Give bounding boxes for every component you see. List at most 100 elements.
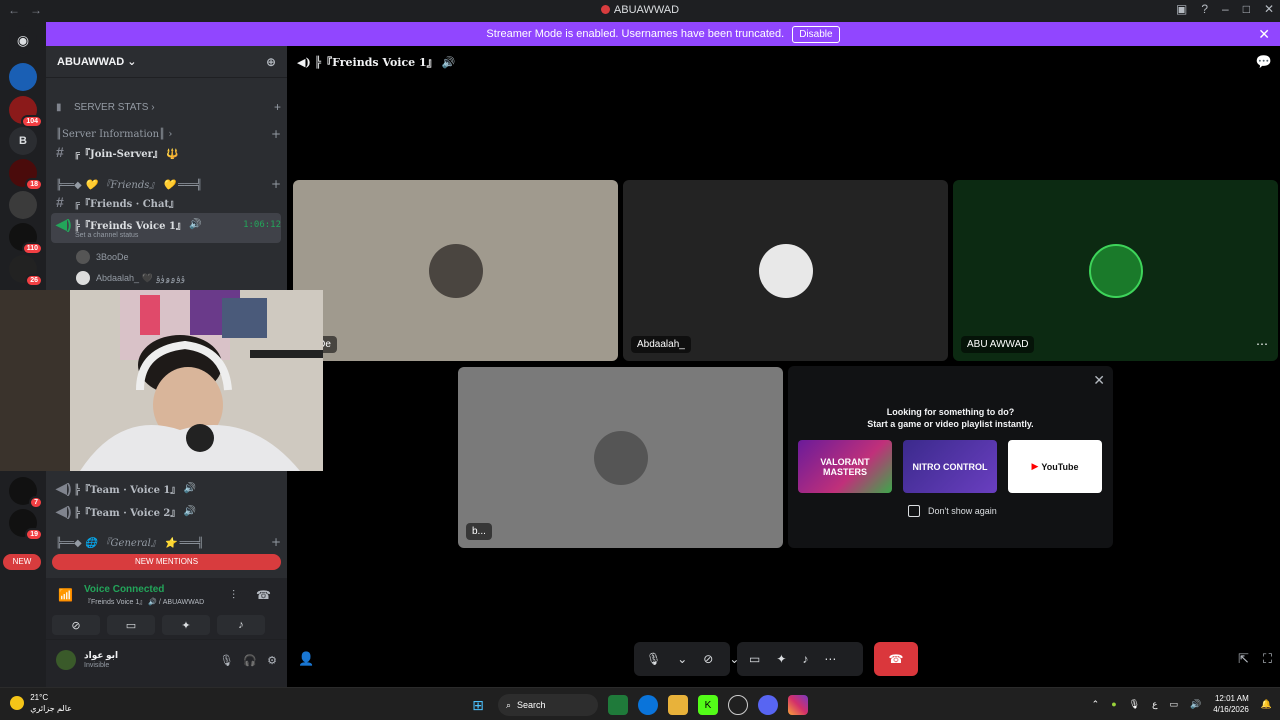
popout-icon[interactable]: ⇱ — [1238, 651, 1249, 667]
voice-member[interactable]: Abdaalah_ 🖤 ۆۉۄۅۈۊ — [76, 271, 185, 285]
discord-home-icon[interactable]: ◉ — [9, 26, 37, 54]
participant-name: b... — [466, 523, 492, 540]
voice-location[interactable]: 『Freinds Voice 1』 🔊 / ABUAWWAD — [84, 597, 204, 607]
audio-controls: 🎙 ⌄ ⊘ ⌄ — [634, 642, 739, 676]
maximize-icon[interactable]: □ — [1243, 2, 1250, 16]
category-general[interactable]: ╠══◆ 🌐 『General』 ⭐ ═══╣ + — [56, 534, 281, 550]
chat-bubble-icon[interactable]: 💬 — [1256, 54, 1272, 70]
file-explorer-icon[interactable] — [668, 695, 688, 715]
add-channel-icon[interactable]: + — [271, 177, 281, 191]
soundboard-button[interactable]: ♪ — [217, 615, 265, 635]
server-icon-3[interactable]: B — [9, 127, 37, 155]
voice-member[interactable]: 3BooDe — [76, 250, 129, 264]
server-icon-5[interactable] — [9, 191, 37, 219]
camera-off-icon[interactable]: ⊘ — [703, 652, 713, 666]
server-icon-9[interactable]: 19 — [9, 509, 43, 541]
tray-app-icon[interactable]: ● — [1111, 699, 1116, 709]
chevron-up-icon[interactable]: ⌃ — [1092, 699, 1100, 710]
soundboard-icon[interactable]: ♪ — [802, 652, 808, 666]
microphone-icon[interactable]: 🎙 — [646, 652, 661, 666]
tray-mic-icon[interactable]: 🎙 — [1129, 699, 1140, 710]
channel-friends-chat[interactable]: # ╔『Friends · Chat』 — [56, 194, 281, 210]
chevron-down-icon[interactable]: ⌄ — [677, 652, 687, 666]
server-icon-4[interactable]: 18 — [9, 159, 43, 191]
new-server-pill[interactable]: NEW — [3, 554, 41, 570]
user-name[interactable]: ابو عواد — [84, 650, 118, 661]
discord-taskbar-icon[interactable] — [758, 695, 778, 715]
channel-team-voice-2[interactable]: ◀) ╠『Team · Voice 2』 🔊 — [56, 503, 281, 520]
fullscreen-icon[interactable]: ⛶ — [1263, 651, 1272, 667]
notification-icon[interactable]: 🔔 — [1261, 699, 1272, 710]
widget-app-icon[interactable] — [608, 695, 628, 715]
banner-message: Streamer Mode is enabled. Usernames have… — [486, 28, 785, 40]
add-channel-icon[interactable]: + — [271, 127, 281, 141]
noise-suppression-icon[interactable]: ⫶ — [232, 588, 235, 603]
server-icon-7[interactable]: 26 — [9, 255, 43, 287]
add-member-icon[interactable]: ⊕ — [266, 55, 276, 69]
dont-show-again-checkbox[interactable]: Don't show again — [908, 505, 997, 517]
screen-share-icon[interactable]: ▭ — [749, 652, 760, 666]
invite-icon[interactable]: 👤 — [298, 651, 314, 667]
category-friends[interactable]: ╠══◆ 💛 『Friends』 💛 ═══╣ + — [56, 176, 281, 192]
edge-browser-icon[interactable] — [638, 695, 658, 715]
activity-card-label: NITRO CONTROL — [912, 461, 988, 472]
kick-app-icon[interactable]: K — [698, 695, 718, 715]
more-options-icon[interactable]: ⋯ — [824, 652, 836, 666]
network-icon[interactable]: ▭ — [1169, 699, 1178, 710]
instagram-icon[interactable] — [788, 695, 808, 715]
category-server-stats[interactable]: ▮ SERVER STATS › + — [56, 100, 281, 114]
activities-icon[interactable]: ✦ — [776, 652, 786, 666]
voice-status[interactable]: Voice Connected — [84, 584, 164, 595]
channel-team-voice-1[interactable]: ◀) ╠『Team · Voice 1』 🔊 — [56, 480, 281, 497]
microphone-icon[interactable]: 🎙 — [219, 654, 233, 667]
taskbar-search[interactable]: ⌕ Search — [498, 694, 598, 716]
webcam-overlay — [0, 290, 323, 471]
add-channel-icon[interactable]: + — [274, 100, 281, 114]
member-name: Abdaalah_ 🖤 ۆۉۄۅۈۊ — [96, 272, 186, 283]
mention-badge: 26 — [25, 274, 43, 287]
activity-card-youtube[interactable]: ▶ YouTube — [1008, 440, 1102, 493]
disable-streamer-mode-button[interactable]: Disable — [792, 25, 840, 43]
participant-tile[interactable]: b... — [458, 367, 783, 548]
add-channel-icon[interactable]: + — [271, 535, 281, 549]
participant-tile[interactable]: ooDe — [293, 180, 618, 361]
steam-icon[interactable] — [728, 695, 748, 715]
minimize-icon[interactable]: – — [1222, 2, 1229, 16]
server-icon-1[interactable] — [9, 63, 37, 91]
close-icon[interactable]: ✕ — [1093, 372, 1105, 389]
participant-tile[interactable]: ABU AWWAD ⋯ — [953, 180, 1278, 361]
checkbox-box[interactable] — [908, 505, 920, 517]
camera-off-button[interactable]: ⊘ — [52, 615, 100, 635]
server-icon-8[interactable]: 7 — [9, 477, 43, 509]
activity-card-nitro-control[interactable]: NITRO CONTROL — [903, 440, 997, 493]
new-mentions-bar[interactable]: NEW MENTIONS — [52, 554, 281, 570]
activity-card-valorant[interactable]: VALORANT MASTERS — [798, 440, 892, 493]
close-window-icon[interactable]: ✕ — [1264, 2, 1274, 16]
clock[interactable]: 12:01 AM 4/16/2026 — [1213, 693, 1249, 715]
signal-icon[interactable]: 📶 — [58, 588, 73, 602]
disconnect-icon[interactable]: ☎ — [256, 588, 271, 602]
volume-icon[interactable]: 🔊 — [1190, 699, 1201, 710]
headphones-icon[interactable]: 🎧 — [243, 654, 257, 667]
channel-friends-voice[interactable]: ◀) ╠『Freinds Voice 1』 🔊 1:06:12 — [56, 216, 281, 233]
weather-widget[interactable]: 21°C عالم جزائري — [10, 692, 72, 714]
screen-share-button[interactable]: ▭ — [107, 615, 155, 635]
settings-gear-icon[interactable]: ⚙ — [267, 654, 277, 667]
user-avatar[interactable] — [56, 650, 76, 670]
channel-label: ╠『Team · Voice 1』 — [74, 485, 181, 496]
banner-close-icon[interactable]: ✕ — [1258, 26, 1270, 43]
inbox-icon[interactable]: ▣ — [1176, 2, 1187, 16]
more-options-icon[interactable]: ⋯ — [1256, 337, 1268, 351]
server-icon-6[interactable]: 110 — [9, 223, 43, 255]
channel-join-server[interactable]: # ╔『Join-Server』 🔱 — [56, 144, 281, 160]
server-icon-2[interactable]: 104 — [9, 96, 43, 128]
channel-status-hint[interactable]: Set a channel status — [75, 232, 138, 239]
input-language[interactable]: ع — [1152, 699, 1157, 710]
leave-call-button[interactable]: ☎ — [874, 642, 918, 676]
windows-start-icon[interactable]: ⊞ — [468, 695, 488, 715]
guild-header[interactable]: ABUAWWAD ⌄ ⊕ — [46, 46, 287, 78]
help-icon[interactable]: ? — [1201, 2, 1208, 16]
activities-button[interactable]: ✦ — [162, 615, 210, 635]
category-server-info[interactable]: ║Server Information║ › + — [56, 127, 281, 141]
participant-tile[interactable]: Abdaalah_ — [623, 180, 948, 361]
